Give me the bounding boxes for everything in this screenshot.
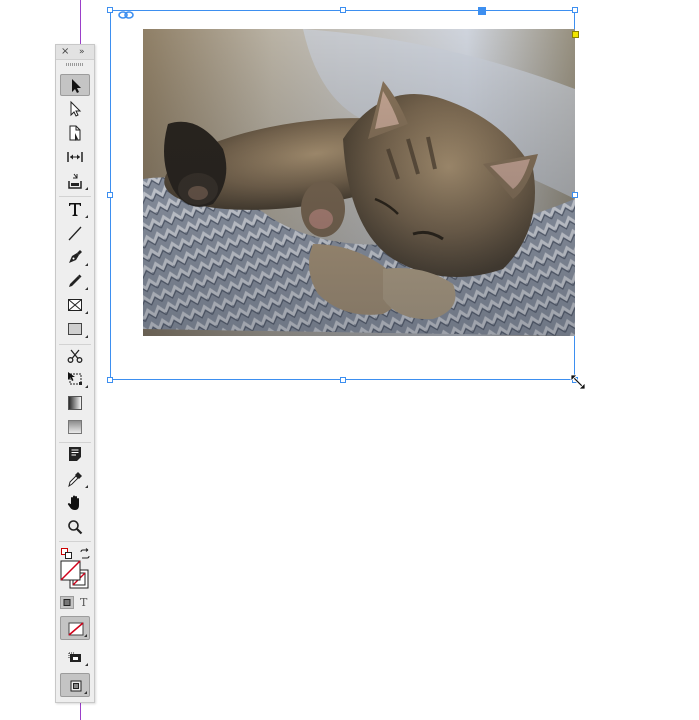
note-icon [69,447,81,461]
hand-icon [67,495,79,510]
rectangle-frame-icon [68,299,82,311]
line-tool[interactable] [60,222,90,244]
kitten-image [143,29,575,336]
fill-none-stroke-none-icon [60,560,89,589]
eyedropper-icon [68,472,82,488]
tools-panel-header[interactable]: × » [56,45,94,60]
screen-mode-button[interactable] [60,646,90,668]
page-icon [69,125,81,141]
default-colors-icon [61,548,72,559]
resize-handle-middle-right[interactable] [572,192,578,198]
content-grabber-handle[interactable] [478,7,486,15]
page-tool[interactable] [60,122,90,144]
rectangle-frame-tool[interactable] [60,294,90,316]
selection-tool[interactable] [60,74,90,96]
formatting-affects-text-button[interactable]: T [80,596,87,609]
gap-arrows-icon [67,152,83,162]
diagonal-resize-cursor-icon [569,373,587,391]
container-square-icon [63,599,71,606]
white-arrow-icon [70,100,82,117]
panel-grip[interactable] [66,63,84,66]
pencil-icon [69,274,82,287]
pencil-tool[interactable] [60,270,90,292]
resize-handle-top-left[interactable] [107,7,113,13]
free-transform-icon [68,372,82,385]
type-tool[interactable] [60,198,90,220]
zoom-tool[interactable] [60,516,90,538]
formatting-affects-container-button[interactable] [60,596,74,609]
none-swatch-icon [68,622,84,636]
resize-handle-middle-left[interactable] [107,192,113,198]
line-icon [68,226,82,241]
apply-none-button[interactable] [60,616,90,640]
default-fill-stroke-button[interactable] [61,545,73,559]
gradient-swatch-tool[interactable] [60,392,90,414]
resize-handle-top-center[interactable] [340,7,346,13]
link-icon[interactable] [118,5,134,19]
magnifier-icon [68,520,83,535]
view-mode-icon [70,680,82,692]
direct-selection-tool[interactable] [60,98,90,120]
scissors-icon [67,349,83,363]
pen-tool[interactable] [60,246,90,268]
collapse-icon[interactable]: » [79,45,84,59]
scissors-tool[interactable] [60,345,90,367]
screen-mode-icon [68,652,81,662]
free-transform-tool[interactable] [60,368,90,390]
resize-handle-bottom-center[interactable] [340,377,346,383]
fill-stroke-swatch[interactable] [60,560,90,590]
resize-handle-bottom-left[interactable] [107,377,113,383]
content-collector-tool[interactable] [60,170,90,192]
note-tool[interactable] [60,443,90,465]
pen-icon [69,250,82,263]
gradient-feather-tool[interactable] [60,416,90,438]
close-icon[interactable]: × [61,45,69,59]
cat-photo[interactable] [143,29,575,336]
eyedropper-tool[interactable] [60,468,90,490]
gap-tool[interactable] [60,146,90,168]
gradient-feather-icon [68,420,82,434]
resize-handle-top-right[interactable] [572,7,578,13]
view-mode-button[interactable] [60,673,90,697]
swap-fill-stroke-button[interactable] [79,545,91,559]
type-T-icon [69,203,81,216]
rectangle-tool[interactable] [60,318,90,340]
tools-panel: × » T [55,44,95,703]
gradient-swatch-icon [68,396,82,410]
live-corner-handle[interactable] [572,31,579,38]
swap-arrows-icon [80,548,90,559]
hand-tool[interactable] [60,492,90,514]
rectangle-icon [68,323,82,335]
black-arrow-icon [72,79,81,93]
content-collector-icon [68,173,82,189]
